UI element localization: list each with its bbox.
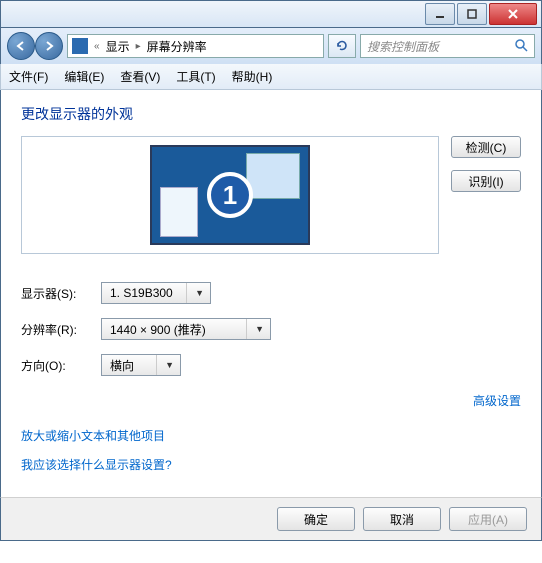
search-placeholder: 搜索控制面板 xyxy=(367,38,439,55)
display-dropdown[interactable]: 1. S19B300 ▼ xyxy=(101,282,211,304)
refresh-icon xyxy=(335,39,349,53)
arrow-left-icon xyxy=(15,40,27,52)
search-icon xyxy=(514,38,528,55)
control-panel-icon xyxy=(72,38,88,54)
orientation-dropdown[interactable]: 横向 ▼ xyxy=(101,354,181,376)
refresh-button[interactable] xyxy=(328,34,356,58)
maximize-button[interactable] xyxy=(457,3,487,25)
resolution-value: 1440 × 900 (推荐) xyxy=(110,321,206,338)
apply-button[interactable]: 应用(A) xyxy=(449,507,527,531)
help-links: 放大或缩小文本和其他项目 我应该选择什么显示器设置? xyxy=(21,427,521,473)
menu-edit[interactable]: 编辑(E) xyxy=(64,68,104,85)
monitor-number-badge: 1 xyxy=(207,172,253,218)
search-input[interactable]: 搜索控制面板 xyxy=(360,34,535,58)
resolution-row: 分辨率(R): 1440 × 900 (推荐) ▼ xyxy=(21,318,521,340)
display-label: 显示器(S): xyxy=(21,285,101,302)
detect-button[interactable]: 检测(C) xyxy=(451,136,521,158)
content-area: 更改显示器的外观 1 检测(C) 识别(I) 显示器(S): 1. S19B30… xyxy=(0,90,542,497)
resolution-dropdown[interactable]: 1440 × 900 (推荐) ▼ xyxy=(101,318,271,340)
address-bar[interactable]: « 显示 ▸ 屏幕分辨率 xyxy=(67,34,324,58)
identify-button[interactable]: 识别(I) xyxy=(451,170,521,192)
monitor-icon: 1 xyxy=(150,145,310,245)
close-button[interactable] xyxy=(489,3,537,25)
display-value: 1. S19B300 xyxy=(110,286,173,300)
menu-file[interactable]: 文件(F) xyxy=(9,68,48,85)
breadcrumb-resolution[interactable]: 屏幕分辨率 xyxy=(147,38,207,55)
chevron-right-icon: ▸ xyxy=(136,41,141,52)
menu-help[interactable]: 帮助(H) xyxy=(232,68,273,85)
close-icon xyxy=(507,8,519,20)
orientation-value: 横向 xyxy=(110,357,134,374)
menu-tools[interactable]: 工具(T) xyxy=(176,68,215,85)
display-row: 显示器(S): 1. S19B300 ▼ xyxy=(21,282,521,304)
minimize-button[interactable] xyxy=(425,3,455,25)
preview-side-buttons: 检测(C) 识别(I) xyxy=(451,136,521,254)
window-titlebar xyxy=(0,0,542,28)
dialog-button-bar: 确定 取消 应用(A) xyxy=(0,497,542,541)
page-title: 更改显示器的外观 xyxy=(21,104,521,124)
preview-row: 1 检测(C) 识别(I) xyxy=(21,136,521,254)
monitor-preview[interactable]: 1 xyxy=(21,136,439,254)
orientation-row: 方向(O): 横向 ▼ xyxy=(21,354,521,376)
chevron-down-icon: ▼ xyxy=(156,355,174,375)
chevron-down-icon: ▼ xyxy=(246,319,264,339)
text-size-link[interactable]: 放大或缩小文本和其他项目 xyxy=(21,429,165,443)
orientation-label: 方向(O): xyxy=(21,357,101,374)
ok-button[interactable]: 确定 xyxy=(277,507,355,531)
nav-bar: « 显示 ▸ 屏幕分辨率 搜索控制面板 xyxy=(0,28,542,64)
nav-buttons xyxy=(7,32,63,60)
resolution-label: 分辨率(R): xyxy=(21,321,101,338)
advanced-row: 高级设置 xyxy=(21,392,521,409)
which-settings-link[interactable]: 我应该选择什么显示器设置? xyxy=(21,458,172,472)
forward-button[interactable] xyxy=(35,32,63,60)
breadcrumb-back-chevron: « xyxy=(94,41,100,52)
chevron-down-icon: ▼ xyxy=(186,283,204,303)
menu-bar: 文件(F) 编辑(E) 查看(V) 工具(T) 帮助(H) xyxy=(0,64,542,90)
maximize-icon xyxy=(467,9,477,19)
breadcrumb-display[interactable]: 显示 xyxy=(106,38,130,55)
back-button[interactable] xyxy=(7,32,35,60)
menu-view[interactable]: 查看(V) xyxy=(120,68,160,85)
arrow-right-icon xyxy=(43,40,55,52)
advanced-settings-link[interactable]: 高级设置 xyxy=(473,394,521,408)
cancel-button[interactable]: 取消 xyxy=(363,507,441,531)
minimize-icon xyxy=(435,9,445,19)
